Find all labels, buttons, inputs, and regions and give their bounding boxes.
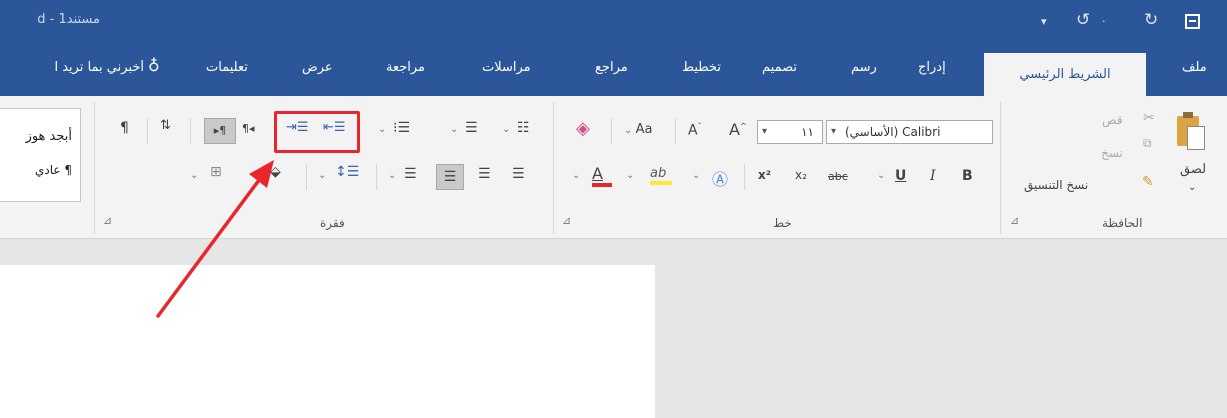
undo-icon[interactable]: ↺ — [1076, 10, 1090, 30]
clear-formatting-icon[interactable]: ◈ — [576, 118, 590, 139]
underline-dropdown-icon[interactable]: ⌄ — [877, 170, 885, 181]
tab-references[interactable]: مراجع — [595, 60, 628, 75]
shrink-font-icon[interactable]: Aˇ — [688, 122, 702, 139]
show-marks-icon[interactable]: ¶ — [120, 120, 129, 136]
font-size-box[interactable]: ▾ ١١ — [757, 120, 823, 144]
numbering-dropdown-icon[interactable]: ⌄ — [450, 124, 458, 135]
italic-button[interactable]: I — [930, 168, 936, 184]
tab-layout[interactable]: تخطيط — [682, 60, 721, 75]
save-icon[interactable] — [1185, 14, 1200, 29]
styles-gallery[interactable]: أبجد هوز ¶ عادي — [0, 108, 81, 202]
group-separator — [553, 102, 554, 234]
customize-qat-icon[interactable]: ▾ — [1041, 15, 1047, 28]
rtl-icon[interactable]: ¶◂ — [242, 122, 255, 135]
document-title: مستند1 - d — [37, 12, 100, 27]
change-case-button[interactable]: ⌄ Aa — [624, 122, 652, 137]
inline-separator — [744, 164, 745, 190]
superscript-button[interactable]: x² — [758, 168, 771, 182]
style-heading[interactable]: أبجد هوز — [26, 129, 72, 144]
font-name-box[interactable]: ▾ Calibri (الأساسي) — [826, 120, 993, 144]
style-normal[interactable]: ¶ عادي — [35, 163, 72, 177]
align-right-icon[interactable]: ☰ — [512, 166, 525, 182]
font-name-value: Calibri (الأساسي) — [845, 125, 941, 139]
font-color-icon[interactable]: A — [592, 164, 612, 187]
inline-separator — [306, 164, 307, 190]
arrow-shaft — [156, 174, 264, 318]
tab-design[interactable]: تصميم — [762, 60, 797, 75]
group-separator — [1000, 102, 1001, 234]
undo-dropdown-icon[interactable]: · — [1102, 15, 1106, 28]
tab-draw[interactable]: رسم — [851, 60, 877, 75]
center-icon[interactable]: ☰ — [478, 166, 491, 182]
cut-button: قص — [1102, 113, 1123, 127]
align-left-icon[interactable]: ☰ — [436, 164, 464, 190]
grow-font-icon[interactable]: A^ — [729, 120, 747, 139]
highlight-color-icon[interactable]: ab — [650, 166, 672, 185]
strikethrough-button[interactable]: abc — [828, 170, 848, 183]
paragraph-launcher-icon[interactable]: ⊿ — [103, 214, 112, 227]
annotation-arrow — [156, 160, 274, 318]
highlight-dropdown-icon[interactable]: ⌄ — [626, 170, 634, 181]
bold-button[interactable]: B — [962, 168, 973, 184]
inline-separator — [147, 118, 148, 144]
ltr-icon[interactable]: ▸¶ — [204, 118, 236, 144]
underline-button[interactable]: U — [895, 168, 906, 184]
cut-icon: ✂ — [1143, 110, 1155, 126]
tab-file[interactable]: ملف — [1182, 60, 1207, 75]
tab-mailings[interactable]: مراسلات — [482, 60, 531, 75]
font-color-dropdown-icon[interactable]: ⌄ — [572, 170, 580, 181]
text-effects-dropdown-icon[interactable]: ⌄ — [692, 170, 700, 181]
inline-separator — [611, 118, 612, 144]
tab-insert[interactable]: إدراج — [918, 60, 946, 75]
tab-help[interactable]: تعليمات — [206, 60, 248, 75]
numbering-icon[interactable]: ☰ — [465, 120, 478, 136]
tab-view[interactable]: عرض — [302, 60, 333, 75]
indent-highlight-box — [274, 111, 360, 153]
paste-icon[interactable] — [1175, 110, 1205, 150]
multilevel-list-icon[interactable]: ⁝☰ — [393, 120, 410, 136]
justify-dropdown-icon[interactable]: ⌄ — [388, 170, 396, 181]
group-separator — [94, 102, 95, 234]
copy-button: نسخ — [1101, 146, 1123, 160]
clipboard-launcher-icon[interactable]: ⊿ — [1010, 214, 1019, 227]
font-launcher-icon[interactable]: ⊿ — [562, 214, 571, 227]
line-spacing-dropdown-icon[interactable]: ⌄ — [318, 170, 326, 181]
paste-button[interactable]: لصق — [1180, 162, 1206, 177]
font-group-label: خط — [773, 216, 792, 230]
copy-icon: ⧉ — [1143, 136, 1152, 150]
subscript-button[interactable]: x₂ — [795, 168, 807, 182]
inline-separator — [675, 118, 676, 144]
format-painter-button[interactable]: نسخ التنسيق — [1024, 178, 1088, 192]
justify-icon[interactable]: ☰ — [404, 166, 417, 182]
lightbulb-icon: ♁ — [148, 56, 160, 75]
line-spacing-icon[interactable]: ↕☰ — [335, 164, 359, 180]
tab-review[interactable]: مراجعة — [386, 60, 425, 75]
paste-dropdown-icon[interactable]: ⌄ — [1188, 182, 1196, 193]
text-effects-icon[interactable]: Ⓐ — [712, 166, 728, 190]
tab-home[interactable]: الشريط الرئيسي — [984, 53, 1146, 96]
document-page[interactable] — [0, 265, 655, 418]
multilevel-dropdown-icon[interactable]: ⌄ — [378, 124, 386, 135]
redo-icon[interactable]: ↻ — [1144, 10, 1158, 30]
inline-separator — [190, 118, 191, 144]
tell-me-box[interactable]: أخبرني بما تريد ا — [0, 60, 144, 75]
bullets-dropdown-icon[interactable]: ⌄ — [502, 124, 510, 135]
format-painter-icon[interactable]: ✎ — [1142, 174, 1154, 190]
clipboard-group-label: الحافظة — [1102, 216, 1143, 230]
bullets-icon[interactable]: ☷ — [517, 120, 530, 136]
inline-separator — [376, 164, 377, 190]
arrow-head — [249, 160, 274, 188]
font-size-value: ١١ — [801, 125, 814, 139]
paragraph-group-label: فقرة — [320, 216, 345, 230]
sort-icon[interactable]: ⇅ — [160, 118, 171, 133]
